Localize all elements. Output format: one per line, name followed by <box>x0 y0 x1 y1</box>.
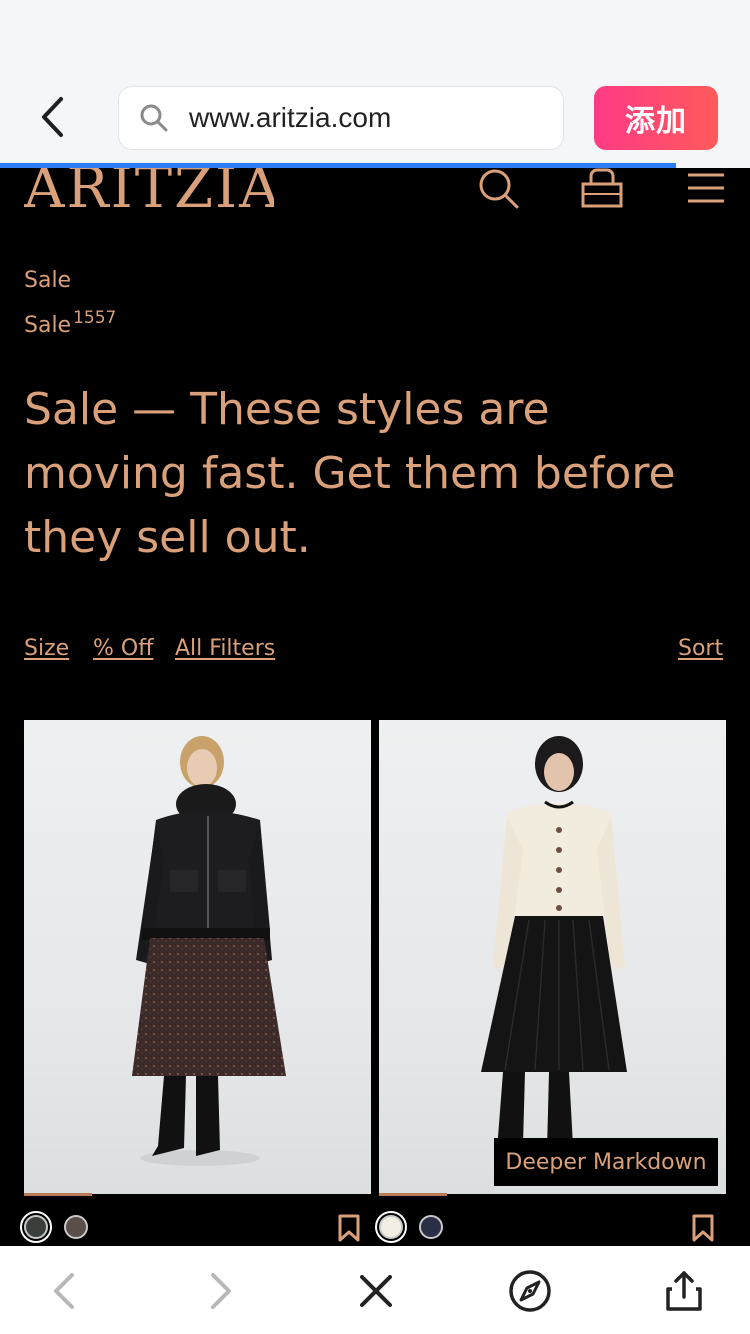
breadcrumb-current: Sale 1557 <box>24 308 116 338</box>
breadcrumb-current-label: Sale <box>24 313 72 338</box>
product-2-color-swatch-1[interactable] <box>375 1211 407 1243</box>
browser-top-bar: www.aritzia.com 添加 <box>0 0 750 168</box>
product-1-indicator <box>24 1193 92 1196</box>
site-search-icon[interactable] <box>476 166 520 210</box>
product-2-bookmark-icon[interactable] <box>690 1214 716 1242</box>
hamburger-menu-icon[interactable] <box>684 166 728 210</box>
product-2-indicator <box>379 1193 447 1196</box>
page-headline: Sale — These styles are moving fast. Get… <box>24 384 676 563</box>
close-icon[interactable] <box>349 1264 403 1318</box>
size-filter-link[interactable]: Size <box>24 636 69 661</box>
product-1-color-swatch-1[interactable] <box>20 1211 52 1243</box>
url-text: www.aritzia.com <box>189 102 392 133</box>
all-filters-link[interactable]: All Filters <box>175 636 275 661</box>
product-image-2[interactable] <box>379 720 726 1194</box>
sort-link[interactable]: Sort <box>678 636 723 661</box>
search-icon <box>139 103 169 133</box>
compass-icon[interactable] <box>503 1264 557 1318</box>
percent-off-filter-link[interactable]: % Off <box>93 636 153 661</box>
product-image-1[interactable] <box>24 720 371 1194</box>
browser-bottom-bar <box>0 1246 750 1334</box>
logo-text: ARITZIA <box>24 168 274 212</box>
chevron-left-icon[interactable] <box>37 1264 91 1318</box>
add-button[interactable]: 添加 <box>594 86 718 150</box>
aritzia-logo[interactable]: ARITZIA <box>24 168 274 212</box>
product-2-color-swatch-2[interactable] <box>419 1215 443 1239</box>
url-bar[interactable]: www.aritzia.com <box>118 86 564 150</box>
result-count: 1557 <box>73 308 117 328</box>
share-icon[interactable] <box>657 1264 711 1318</box>
product-1-bookmark-icon[interactable] <box>336 1214 362 1242</box>
chevron-right-icon[interactable] <box>194 1264 248 1318</box>
deeper-markdown-badge: Deeper Markdown <box>494 1138 718 1186</box>
breadcrumb-parent[interactable]: Sale <box>24 268 71 293</box>
shopping-bag-icon[interactable] <box>580 166 624 210</box>
back-icon[interactable] <box>30 94 76 140</box>
product-1-color-swatch-2[interactable] <box>64 1215 88 1239</box>
